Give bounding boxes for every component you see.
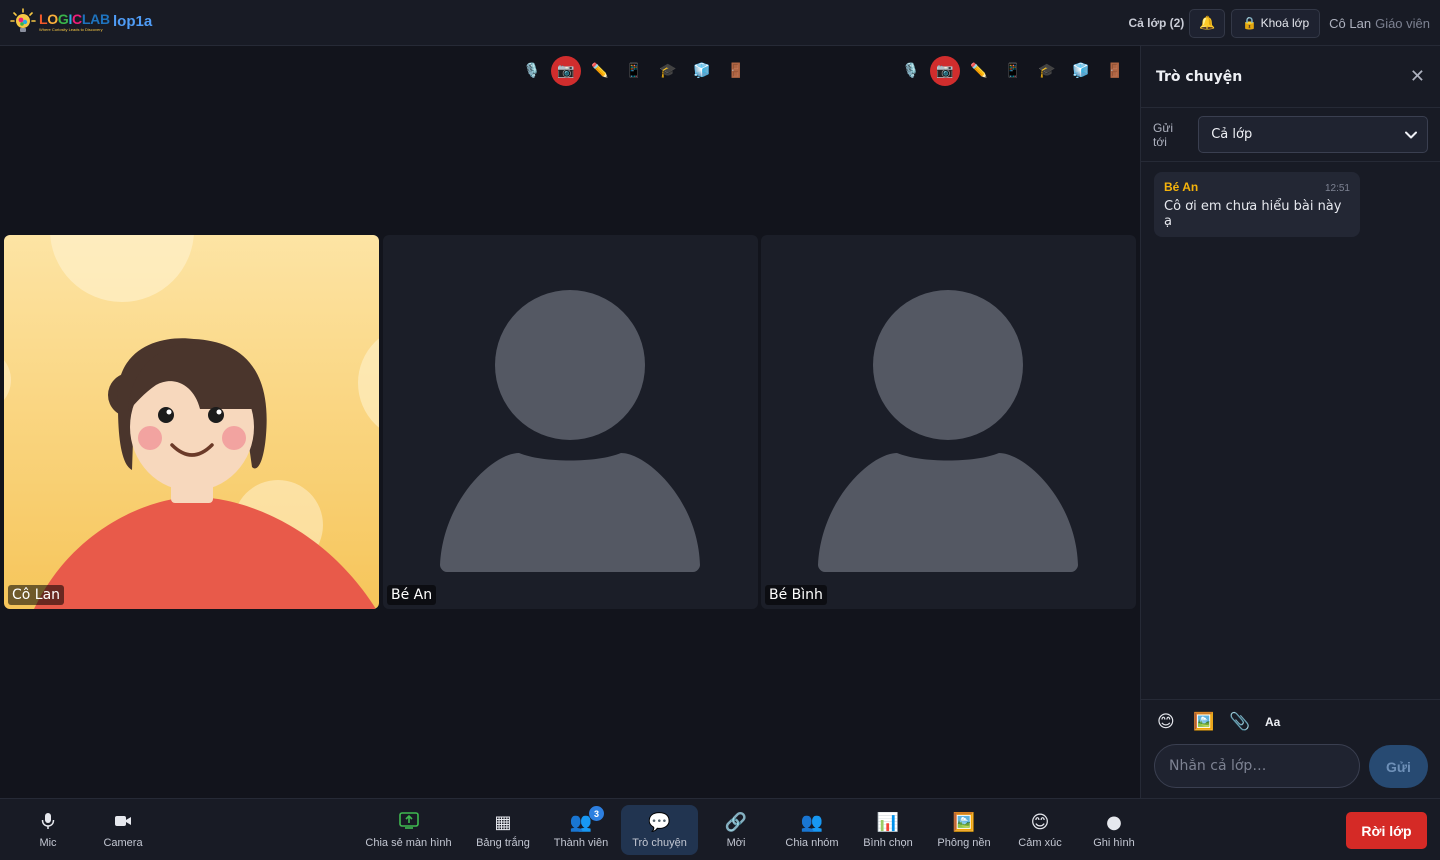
poll-button[interactable]: 📊 Bình chọn <box>858 805 918 855</box>
pencil-icon[interactable]: ✏️ <box>583 56 617 86</box>
mic-label: Mic <box>39 836 57 849</box>
participant-toolbar-be-binh: 🎙️ 📷 ✏️ 📱 🎓 🧊 🚪 <box>894 56 1132 86</box>
default-avatar-icon <box>818 290 1078 572</box>
record-dot-icon: ● <box>1106 811 1122 833</box>
room-name: lop1a <box>113 13 153 30</box>
poll-label: Bình chọn <box>863 836 913 849</box>
chat-message: Bé An 12:51 Cô ơi em chưa hiểu bài này ạ <box>1154 172 1360 237</box>
invite-label: Mời <box>726 836 746 849</box>
ice-cube-icon[interactable]: 🧊 <box>685 56 719 86</box>
door-icon[interactable]: 🚪 <box>1098 56 1132 86</box>
chat-title: Trò chuyện <box>1156 68 1243 85</box>
top-bar: LOGICLAB Where Curiosity Leads to Discov… <box>0 0 1440 46</box>
bottom-control-bar: Mic Camera Chia sẻ màn hình ▦ Bảng trắng… <box>0 798 1440 860</box>
members-button[interactable]: 👥 Thành viên 3 <box>549 805 613 855</box>
notification-bell-button[interactable]: 🔔 <box>1189 8 1226 38</box>
lock-class-button[interactable]: 🔒 Khoá lớp <box>1231 8 1321 38</box>
whiteboard-button[interactable]: ▦ Bảng trắng <box>472 805 534 855</box>
class-count[interactable]: Cả lớp (2) <box>1128 16 1184 30</box>
logiclab-logo: LOGICLAB Where Curiosity Leads to Discov… <box>10 8 110 36</box>
ice-cube-icon[interactable]: 🧊 <box>1064 56 1098 86</box>
graduation-cap-icon[interactable]: 🎓 <box>651 56 685 86</box>
members-count-badge: 3 <box>589 806 604 821</box>
record-button[interactable]: ● Ghi hình <box>1088 805 1140 855</box>
smiley-icon: 😊 <box>1030 811 1050 833</box>
mic-button[interactable]: Mic <box>20 805 76 855</box>
chat-bubble-icon: 💬 <box>648 811 671 833</box>
lightbulb-icon <box>10 8 36 36</box>
video-stage: 🎙️ 📷 ✏️ 📱 🎓 🧊 🚪 🎙️ 📷 ✏️ 📱 🎓 🧊 🚪 Cô Lan B… <box>0 46 1140 798</box>
chevron-down-icon <box>1405 131 1417 138</box>
background-button[interactable]: 🖼️ Phông nền <box>932 805 996 855</box>
teacher-avatar-illustration <box>4 235 379 609</box>
leave-class-button[interactable]: Rời lớp <box>1346 812 1427 849</box>
graduation-cap-icon[interactable]: 🎓 <box>1030 56 1064 86</box>
send-to-row: Gửi tới Cả lớp <box>1141 108 1440 162</box>
chat-button[interactable]: 💬 Trò chuyện <box>621 805 698 855</box>
groups-icon: 👥 <box>800 811 824 833</box>
camera-off-icon[interactable]: 📷 <box>551 56 581 86</box>
share-screen-icon <box>398 811 419 834</box>
message-author: Bé An <box>1164 180 1199 194</box>
chat-panel: Trò chuyện ✕ Gửi tới Cả lớp Bé An 12:51 … <box>1140 46 1440 798</box>
participant-name-label: Bé Bình <box>765 585 827 605</box>
phone-icon[interactable]: 📱 <box>996 56 1030 86</box>
camera-button[interactable]: Camera <box>95 805 151 855</box>
whiteboard-icon: ▦ <box>494 811 512 833</box>
mic-icon[interactable]: 🎙️ <box>515 56 549 86</box>
bell-icon: 🔔 <box>1199 15 1216 31</box>
members-label: Thành viên <box>553 836 609 849</box>
phone-icon[interactable]: 📱 <box>617 56 651 86</box>
link-icon: 🔗 <box>724 811 748 833</box>
picture-icon: 🖼️ <box>952 811 976 833</box>
breakout-label: Chia nhóm <box>785 836 839 849</box>
image-icon[interactable]: 🖼️ <box>1193 712 1229 732</box>
user-name: Cô Lan <box>1329 15 1372 31</box>
paperclip-icon[interactable]: 📎 <box>1229 712 1265 732</box>
bar-chart-icon: 📊 <box>876 811 900 833</box>
chat-message-input[interactable] <box>1154 744 1360 788</box>
user-role: Giáo viên <box>1375 15 1430 31</box>
participant-tile-be-binh[interactable]: Bé Bình <box>761 235 1136 609</box>
send-button[interactable]: Gửi <box>1369 745 1428 788</box>
chat-label: Trò chuyện <box>632 836 687 849</box>
recipient-select-value: Cả lớp <box>1211 127 1253 142</box>
share-screen-button[interactable]: Chia sẻ màn hình <box>362 805 455 855</box>
reactions-button[interactable]: 😊 Cảm xúc <box>1012 805 1068 855</box>
chat-header: Trò chuyện ✕ <box>1141 46 1440 108</box>
emoji-icon[interactable]: 😊 <box>1157 712 1193 732</box>
send-to-label: Gửi tới <box>1153 120 1174 149</box>
participant-name-label: Bé An <box>387 585 437 605</box>
microphone-icon <box>41 812 55 834</box>
logo-tagline: Where Curiosity Leads to Discovery <box>39 27 103 32</box>
share-screen-label: Chia sẻ màn hình <box>365 836 452 849</box>
camera-label: Camera <box>103 836 143 849</box>
breakout-button[interactable]: 👥 Chia nhóm <box>780 805 844 855</box>
invite-button[interactable]: 🔗 Mời <box>712 805 760 855</box>
reactions-label: Cảm xúc <box>1018 836 1062 849</box>
record-label: Ghi hình <box>1093 836 1135 849</box>
recipient-select[interactable]: Cả lớp <box>1198 116 1428 153</box>
video-camera-icon <box>114 812 132 834</box>
logo-wordmark: LOGICLAB <box>39 11 110 27</box>
participant-tile-co-lan[interactable]: Cô Lan <box>4 235 379 609</box>
default-avatar-icon <box>440 290 700 572</box>
camera-off-icon[interactable]: 📷 <box>930 56 960 86</box>
participant-name-label: Cô Lan <box>8 585 65 605</box>
mic-icon[interactable]: 🎙️ <box>894 56 928 86</box>
text-format-icon[interactable]: Aa <box>1265 715 1301 729</box>
background-label: Phông nền <box>937 836 991 849</box>
door-icon[interactable]: 🚪 <box>719 56 753 86</box>
participant-tile-be-an[interactable]: Bé An <box>383 235 758 609</box>
participant-toolbar-be-an: 🎙️ 📷 ✏️ 📱 🎓 🧊 🚪 <box>515 56 753 86</box>
message-time: 12:51 <box>1324 183 1350 194</box>
pencil-icon[interactable]: ✏️ <box>962 56 996 86</box>
chat-tools-row: 😊 🖼️ 📎 Aa <box>1141 699 1440 743</box>
close-icon[interactable]: ✕ <box>1410 66 1425 87</box>
message-text: Cô ơi em chưa hiểu bài này ạ <box>1164 199 1342 229</box>
whiteboard-label: Bảng trắng <box>476 836 530 849</box>
